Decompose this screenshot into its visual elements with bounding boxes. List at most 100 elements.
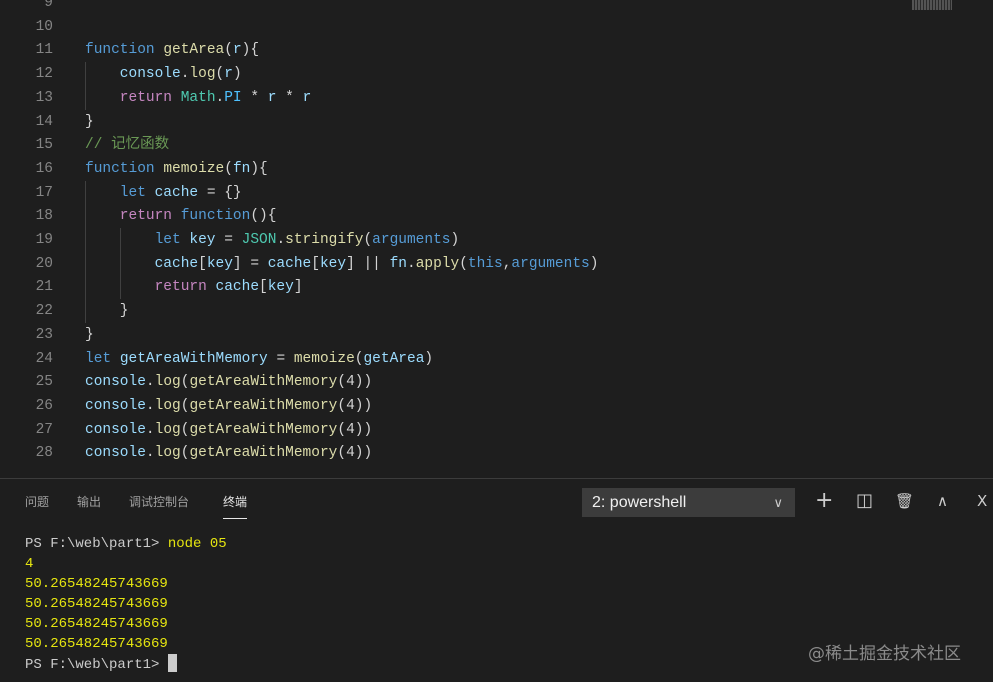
indent-guide bbox=[85, 299, 86, 324]
code-token: cache bbox=[215, 279, 260, 296]
code-line: 20 cache[key] = cache[key] || fn.apply(th… bbox=[0, 251, 900, 276]
code-token: cache bbox=[154, 255, 199, 272]
code-line: 26 console.log(getAreaWithMemory(4)) bbox=[0, 394, 900, 418]
code-token: . bbox=[145, 421, 155, 438]
code-token: [ bbox=[311, 255, 320, 272]
code-token: key bbox=[206, 255, 233, 272]
code-line: 27 console.log(getAreaWithMemory(4)) bbox=[0, 418, 900, 442]
line-number: 15 bbox=[35, 137, 53, 154]
code-text: console.log(r) bbox=[120, 62, 242, 86]
minimap[interactable] bbox=[912, 0, 952, 10]
code-token: getAreaWithMemory bbox=[189, 445, 338, 462]
code-token: ) bbox=[450, 232, 460, 248]
code-text: return cache[key] bbox=[155, 275, 303, 299]
code-token: (4)) bbox=[337, 445, 373, 462]
code-token: log bbox=[154, 445, 181, 462]
line-number: 28 bbox=[35, 445, 53, 462]
line-number: 9 bbox=[44, 0, 53, 11]
line-number: 18 bbox=[35, 208, 53, 225]
code-token: let bbox=[85, 350, 120, 367]
terminal-select-value: 2: powershell bbox=[592, 494, 687, 511]
code-token: fn bbox=[389, 255, 407, 272]
code-token: . bbox=[215, 89, 225, 106]
line-number: 14 bbox=[35, 113, 53, 130]
code-token: (){ bbox=[250, 208, 277, 225]
code-token: . bbox=[145, 397, 155, 414]
add-terminal-icon[interactable]: + bbox=[815, 490, 833, 512]
code-token: console bbox=[85, 374, 146, 391]
line-number: 23 bbox=[35, 326, 53, 343]
code-token: ( bbox=[363, 232, 373, 248]
code-text: console.log(getAreaWithMemory(4)) bbox=[85, 370, 372, 394]
maximize-panel-icon[interactable]: ∧ bbox=[937, 490, 948, 512]
code-token: let bbox=[154, 232, 190, 248]
code-token: ( bbox=[459, 255, 468, 272]
line-number: 19 bbox=[35, 232, 53, 248]
code-token: getArea bbox=[163, 42, 225, 59]
line-number: 16 bbox=[35, 160, 53, 177]
code-text: let cache = {} bbox=[120, 181, 242, 205]
tab-problems[interactable]: 问题 bbox=[25, 493, 49, 510]
code-token: ) bbox=[589, 255, 599, 272]
code-token: memoize bbox=[293, 350, 355, 367]
terminal-output: 50.26548245743669 bbox=[25, 576, 168, 592]
indent-guide bbox=[119, 251, 121, 276]
code-token: log bbox=[154, 374, 181, 391]
code-text: console.log(getAreaWithMemory(4)) bbox=[85, 418, 372, 442]
code-token: . bbox=[145, 445, 155, 462]
code-token: r bbox=[224, 66, 233, 83]
bottom-panel: 问题 输出 调试控制台 终端 2: powershell ∨ + ◫ 🗑 ∧ X… bbox=[0, 478, 993, 682]
code-token: = bbox=[267, 350, 294, 367]
line-number: 24 bbox=[35, 350, 53, 367]
code-text: // 记忆函数 bbox=[85, 133, 169, 157]
trash-icon[interactable]: 🗑 bbox=[895, 490, 914, 512]
code-token: ){ bbox=[241, 42, 260, 59]
code-token: arguments bbox=[511, 255, 590, 272]
code-token: stringify bbox=[285, 232, 364, 248]
tab-debug-console[interactable]: 调试控制台 bbox=[129, 493, 189, 510]
code-token: r bbox=[302, 89, 312, 106]
prompt: PS F:\web\part1> bbox=[25, 536, 168, 552]
code-token: [ bbox=[198, 255, 207, 272]
terminal-output: 50.26548245743669 bbox=[25, 596, 168, 612]
code-token: (4)) bbox=[337, 397, 373, 414]
indent-guide bbox=[85, 228, 86, 252]
code-token: ( bbox=[224, 42, 233, 59]
code-token: [ bbox=[259, 279, 268, 296]
terminal-output: 50.26548245743669 bbox=[25, 616, 168, 632]
code-token: getAreaWithMemory bbox=[189, 421, 338, 438]
line-number: 21 bbox=[35, 279, 53, 296]
terminal-select[interactable]: 2: powershell ∨ bbox=[582, 488, 795, 517]
code-text: } bbox=[85, 323, 94, 347]
code-token: ( bbox=[215, 66, 225, 83]
code-token: ] bbox=[293, 279, 303, 296]
code-text: console.log(getAreaWithMemory(4)) bbox=[85, 394, 372, 418]
indent-guide bbox=[85, 251, 86, 276]
indent-guide bbox=[85, 85, 86, 110]
code-line: 21 return cache[key] bbox=[0, 275, 900, 300]
tab-terminal[interactable]: 终端 bbox=[223, 493, 248, 519]
line-number: 25 bbox=[35, 374, 53, 391]
terminal-prompt-line: PS F:\web\part1> bbox=[25, 654, 177, 675]
line-number: 12 bbox=[35, 66, 53, 83]
line-number: 20 bbox=[35, 255, 53, 272]
code-token: return bbox=[154, 279, 216, 296]
code-text: let getAreaWithMemory = memoize(getArea) bbox=[85, 347, 433, 371]
code-editor[interactable]: 9 10 11 function getArea(r){12 console.log(r… bbox=[0, 0, 993, 478]
code-line: 24 let getAreaWithMemory = memoize(getAre… bbox=[0, 347, 900, 371]
code-token: Math bbox=[180, 89, 216, 106]
split-terminal-icon[interactable]: ◫ bbox=[856, 490, 873, 512]
code-line: 16 function memoize(fn){ bbox=[0, 157, 900, 181]
code-token: console bbox=[119, 66, 181, 83]
code-text: function memoize(fn){ bbox=[85, 157, 268, 181]
code-token: function bbox=[85, 160, 164, 177]
code-line: 28 console.log(getAreaWithMemory(4)) bbox=[0, 441, 900, 465]
code-line: 11 function getArea(r){ bbox=[0, 38, 900, 62]
code-token: return bbox=[119, 89, 181, 106]
close-panel-icon[interactable]: X bbox=[977, 490, 987, 512]
tab-output[interactable]: 输出 bbox=[77, 493, 101, 510]
code-token: ( bbox=[224, 160, 233, 177]
code-token: arguments bbox=[372, 232, 451, 248]
prompt: PS F:\web\part1> bbox=[25, 657, 168, 673]
code-token: } bbox=[119, 303, 129, 320]
